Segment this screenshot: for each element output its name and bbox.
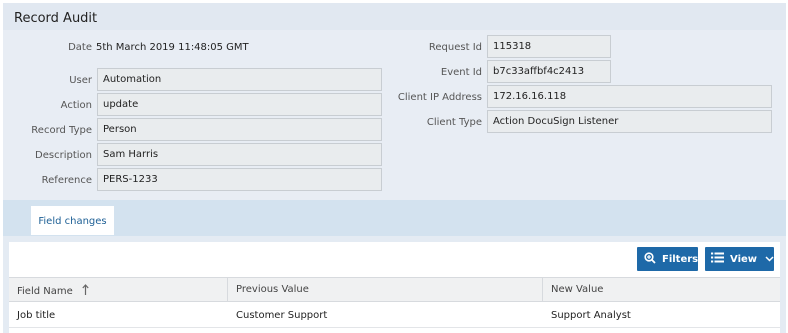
client-ip-field: 172.16.16.118: [487, 85, 772, 108]
action-label: Action: [60, 100, 92, 111]
field-name-header-label: Field Name: [17, 286, 73, 297]
description-label: Description: [35, 150, 92, 161]
record-type-field: Person: [97, 118, 382, 141]
sort-ascending-icon: [82, 284, 89, 298]
list-icon: [711, 252, 724, 266]
panel-header: [3, 3, 786, 31]
reference-label: Reference: [41, 175, 92, 186]
date-label: Date: [68, 42, 92, 53]
record-type-label: Record Type: [31, 125, 92, 136]
reference-field: PERS-1233: [97, 168, 382, 191]
user-field: Automation: [97, 68, 382, 91]
cell-new-value: Support Analyst: [551, 310, 631, 321]
tab-field-changes[interactable]: Field changes: [31, 206, 114, 235]
column-header-new-value[interactable]: New Value: [543, 278, 780, 301]
request-id-field: 115318: [487, 35, 611, 58]
action-field: update: [97, 93, 382, 116]
chevron-down-icon: [765, 254, 774, 265]
client-type-label: Client Type: [426, 117, 482, 128]
request-id-label: Request Id: [428, 42, 482, 53]
client-ip-label: Client IP Address: [397, 92, 482, 103]
zoom-in-icon: [644, 251, 656, 267]
view-label: View: [730, 253, 758, 265]
table-row[interactable]: Job title Customer Support Support Analy…: [9, 302, 780, 328]
filters-label: Filters: [662, 253, 699, 265]
cell-field-name: Job title: [17, 310, 56, 321]
user-label: User: [69, 75, 92, 86]
view-button[interactable]: View: [705, 247, 774, 271]
column-header-previous-value[interactable]: Previous Value: [228, 278, 542, 301]
column-header-field-name[interactable]: Field Name: [9, 278, 227, 301]
panel-title: Record Audit: [14, 11, 98, 26]
date-value: 5th March 2019 11:48:05 GMT: [96, 42, 249, 53]
grid-header: Field Name Previous Value New Value: [9, 277, 780, 302]
description-field: Sam Harris: [97, 143, 382, 166]
cell-previous-value: Customer Support: [236, 310, 328, 321]
tab-strip: Field changes: [3, 200, 786, 236]
event-id-label: Event Id: [440, 67, 482, 78]
filters-button[interactable]: Filters: [637, 247, 698, 271]
event-id-field: b7c33affbf4c2413: [487, 60, 611, 83]
client-type-field: Action DocuSign Listener: [487, 110, 772, 133]
